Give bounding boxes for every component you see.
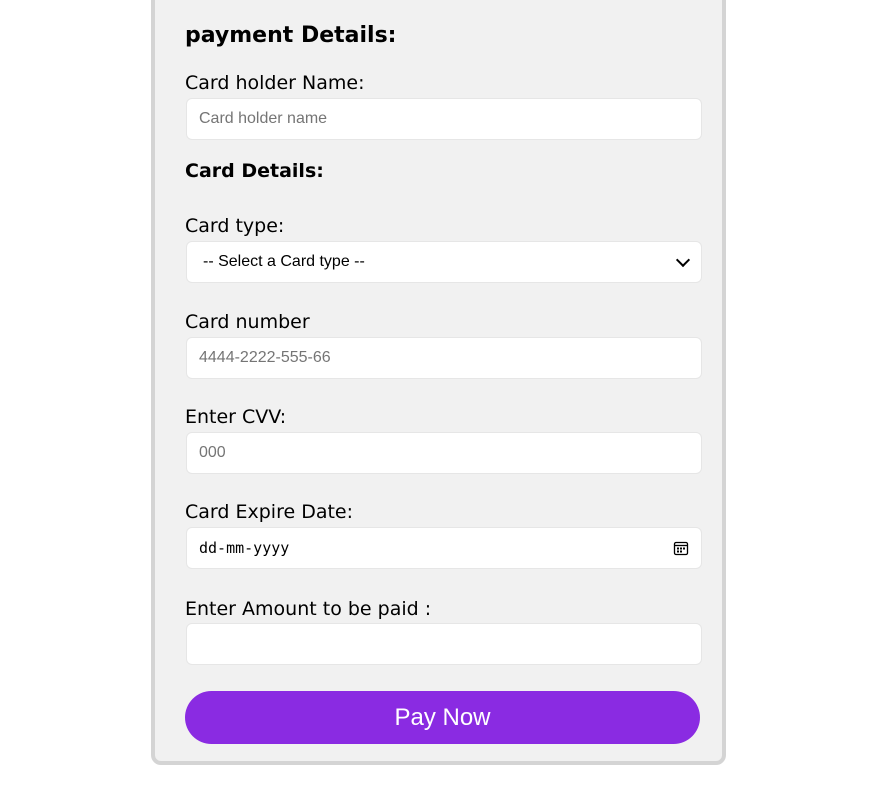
card-number-label: Card number — [185, 311, 310, 333]
holder-name-placeholder: Card holder name — [199, 110, 328, 127]
card-type-label: Card type: — [185, 215, 285, 237]
calendar-icon[interactable] — [673, 540, 689, 556]
amount-label: Enter Amount to be paid : — [185, 598, 432, 620]
holder-name-input[interactable]: Card holder name — [186, 98, 702, 140]
chevron-down-icon — [675, 252, 691, 267]
card-type-select[interactable]: -- Select a Card type -- — [186, 241, 702, 283]
holder-name-label: Card holder Name: — [185, 72, 365, 94]
amount-input[interactable] — [186, 623, 702, 665]
expiry-date-label: Card Expire Date: — [185, 501, 354, 523]
cvv-input[interactable]: 000 — [186, 432, 702, 474]
expiry-date-input[interactable]: dd-mm-yyyy — [186, 527, 702, 569]
card-number-input[interactable]: 4444-2222-555-66 — [186, 337, 702, 379]
pay-now-button[interactable]: Pay Now — [185, 691, 700, 744]
card-details-heading: Card Details: — [185, 160, 324, 182]
page-title: payment Details: — [185, 23, 397, 48]
payment-panel: payment Details: Card holder Name: Card … — [151, 0, 726, 765]
card-number-placeholder: 4444-2222-555-66 — [199, 349, 331, 366]
cvv-label: Enter CVV: — [185, 406, 287, 428]
card-type-selected-value: -- Select a Card type -- — [203, 253, 365, 270]
cvv-placeholder: 000 — [199, 444, 226, 461]
expiry-date-placeholder: dd-mm-yyyy — [199, 539, 290, 557]
